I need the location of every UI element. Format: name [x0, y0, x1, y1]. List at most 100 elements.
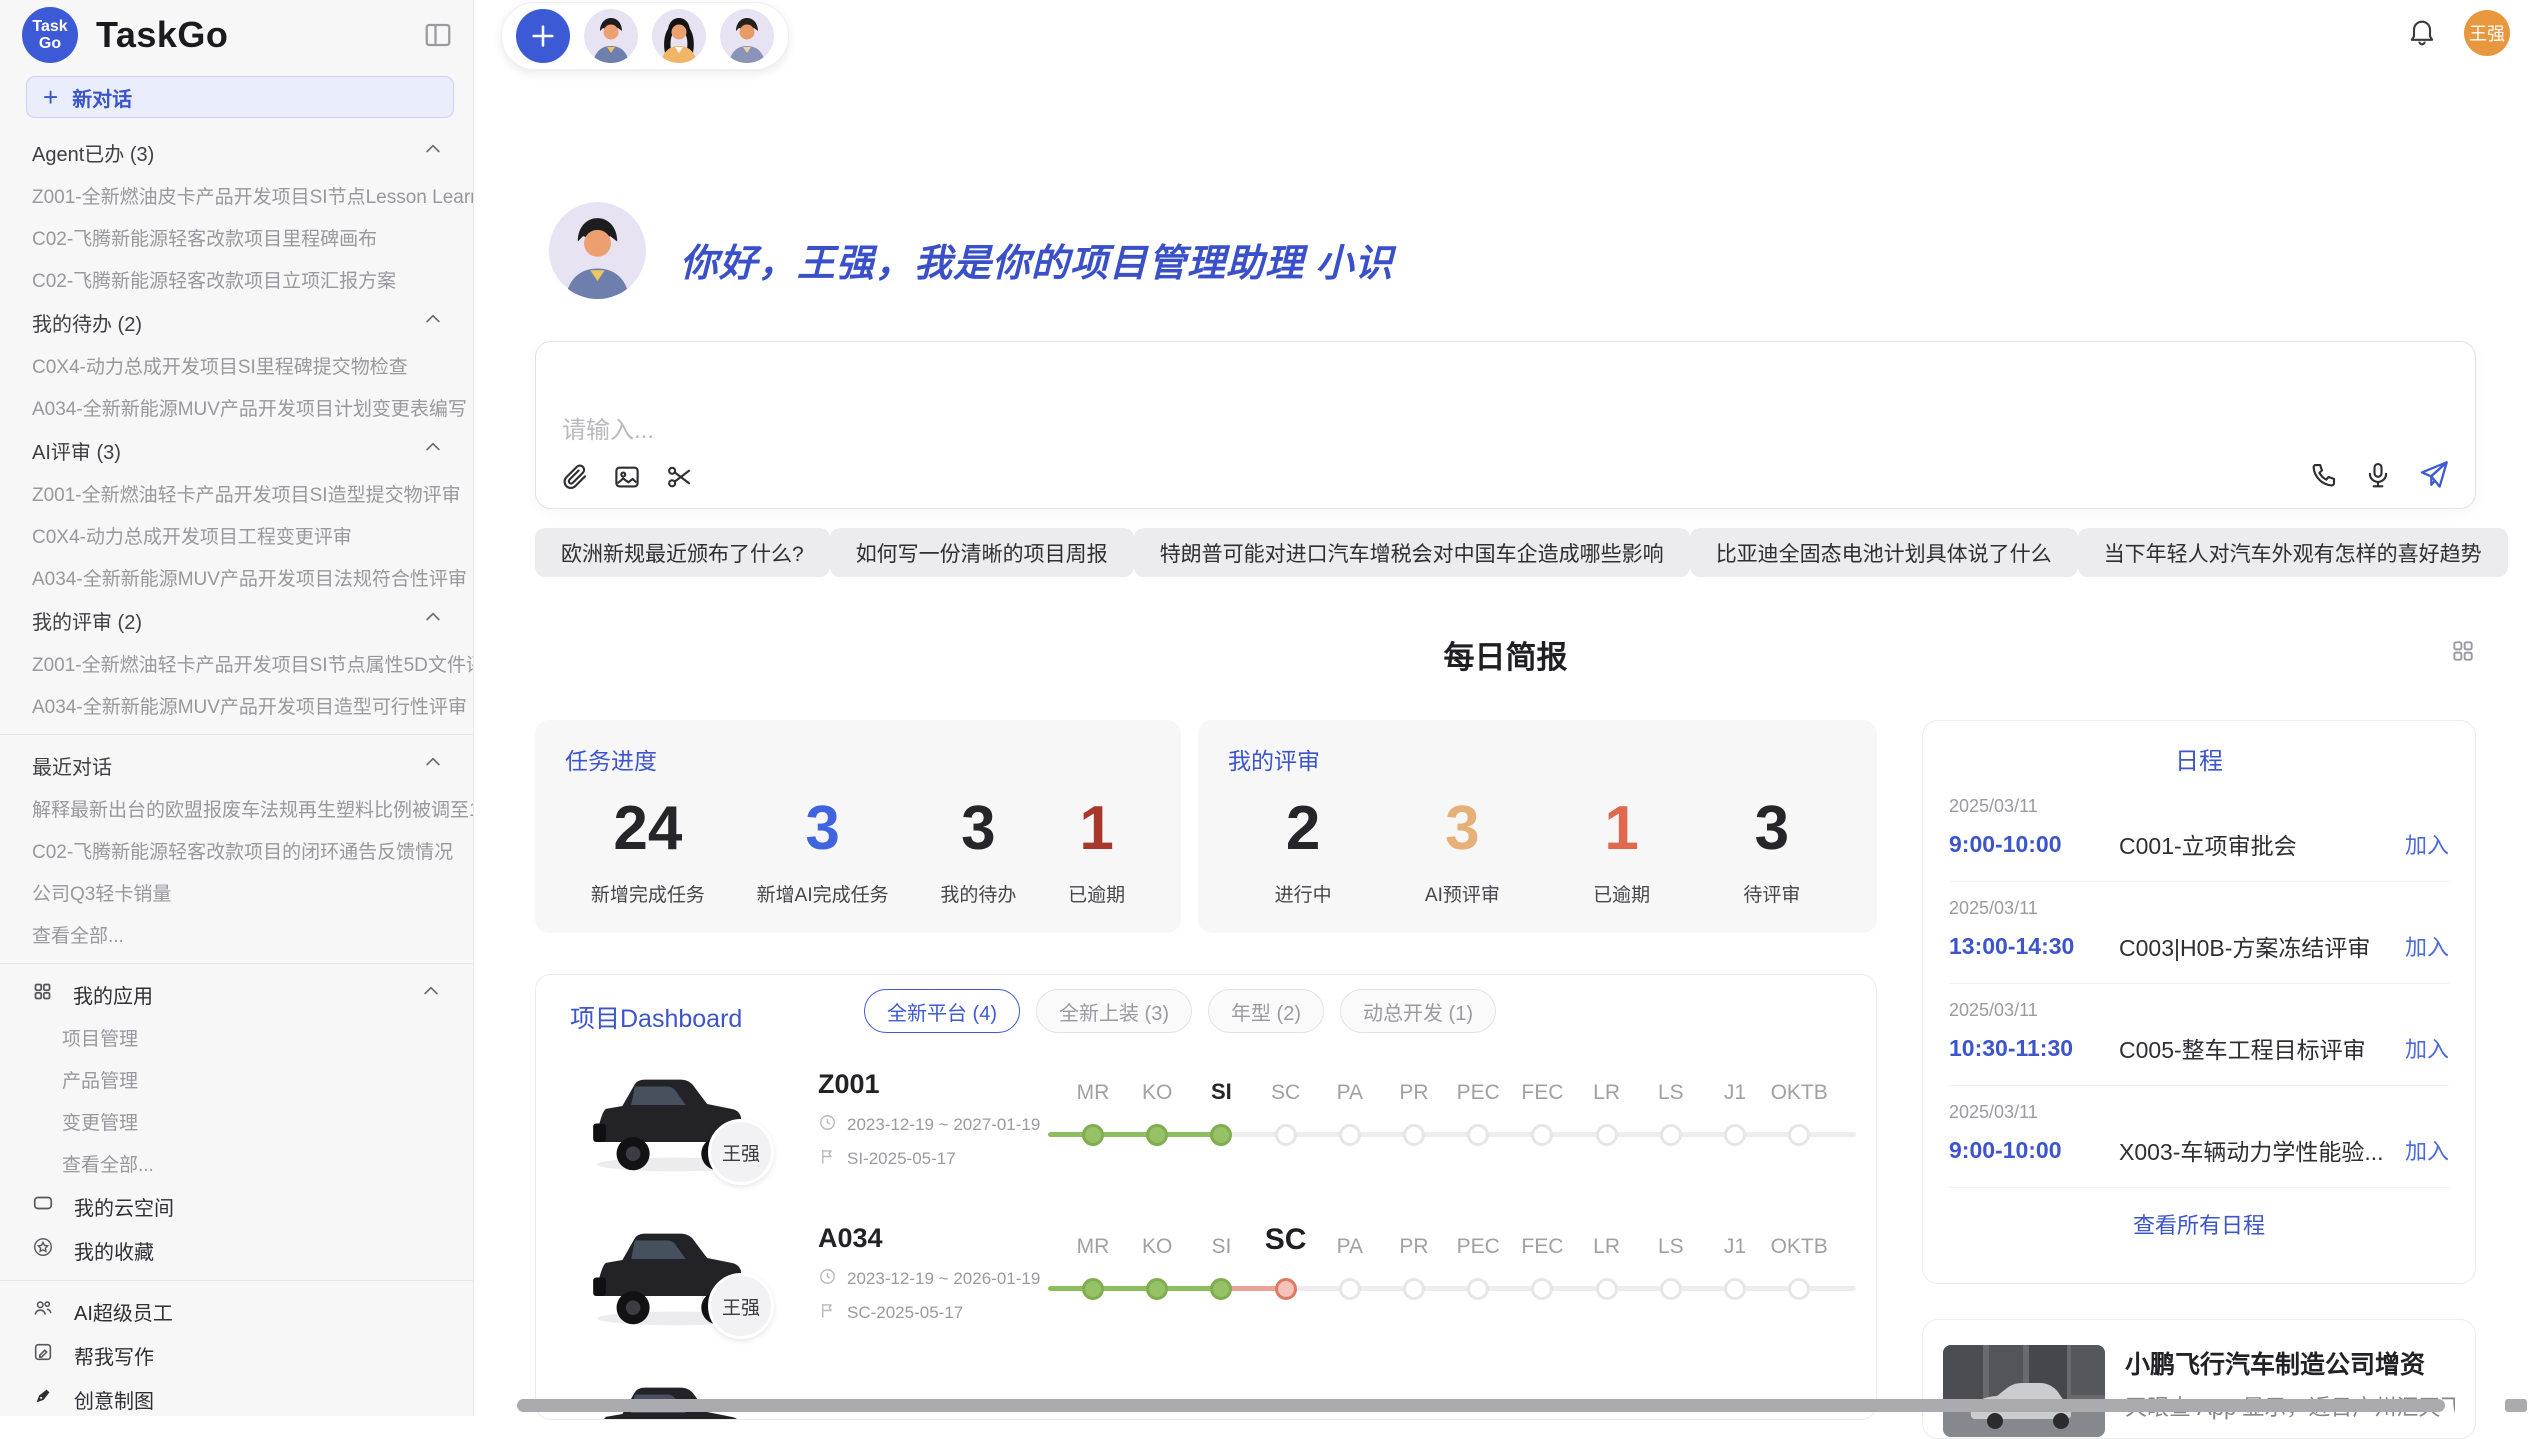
sidebar-section-group-2[interactable]: AI评审 (3) [0, 428, 473, 472]
layout-grid-icon[interactable] [2450, 638, 2476, 669]
dashboard-tab[interactable]: 全新平台 (4) [864, 989, 1020, 1033]
schedule-event: 2025/03/11 13:00-14:30 C003|H0B-方案冻结评审 加… [1949, 882, 2449, 984]
join-meeting-link[interactable]: 加入 [2405, 930, 2449, 962]
sidebar-item-my-apps[interactable]: 我的应用 [0, 972, 473, 1016]
chevron-up-icon [423, 607, 443, 633]
event-name: C005-整车工程目标评审 [2119, 1031, 2405, 1065]
write-icon [32, 1341, 54, 1369]
sidebar-item[interactable]: C0X4-动力总成开发项目工程变更评审 [0, 514, 473, 556]
dashboard-tab[interactable]: 动总开发 (1) [1340, 989, 1496, 1033]
project-row-partial[interactable] [536, 1369, 1876, 1420]
chevron-up-icon [423, 437, 443, 463]
sidebar-item[interactable]: 解释最新出台的欧盟报废车法规再生塑料比例被调至15%... [0, 787, 473, 829]
join-meeting-link[interactable]: 加入 [2405, 1032, 2449, 1064]
sidebar-item[interactable]: Z001-全新燃油皮卡产品开发项目SI节点Lesson Learn报告 [0, 174, 473, 216]
sidebar-item-people[interactable]: AI超级员工 [0, 1289, 473, 1333]
sidebar-item[interactable]: 公司Q3轻卡销量 [0, 871, 473, 913]
project-dates: 2023-12-19 ~ 2026-01-19 [818, 1267, 1040, 1291]
suggestion-chip[interactable]: 特朗普可能对进口汽车增税会对中国车企造成哪些影响 [1134, 528, 1690, 577]
suggestion-chip[interactable]: 当下年轻人对汽车外观有怎样的喜好趋势 [2078, 528, 2508, 577]
sidebar-item[interactable]: 查看全部... [0, 913, 473, 955]
phone-icon[interactable] [2309, 460, 2339, 490]
notification-bell-icon[interactable] [2406, 15, 2438, 52]
sidebar-item[interactable]: C0X4-动力总成开发项目SI里程碑提交物检查 [0, 344, 473, 386]
sidebar-section-group-3[interactable]: 我的评审 (2) [0, 598, 473, 642]
stat: 3 待评审 [1743, 794, 1800, 907]
sidebar-nav: Agent已办 (3) Z001-全新燃油皮卡产品开发项目SI节点Lesson … [0, 130, 473, 1416]
stat: 3 AI预评审 [1425, 794, 1500, 907]
sidebar-item[interactable]: 查看全部... [0, 1142, 473, 1184]
event-name: C001-立项审批会 [2119, 827, 2405, 861]
suggestion-chips: 欧洲新规最近颁布了什么?如何写一份清晰的项目周报特朗普可能对进口汽车增税会对中国… [535, 528, 2476, 577]
sidebar-item[interactable]: C02-飞腾新能源轻客改款项目里程碑画布 [0, 216, 473, 258]
attach-icon[interactable] [560, 462, 590, 492]
suggestion-chip[interactable]: 如何写一份清晰的项目周报 [830, 528, 1134, 577]
project-row[interactable]: 王强 Z001 2023-12-19 ~ 2027-01-19 SI-2025-… [536, 1061, 1876, 1211]
dashboard-filter-tabs: 全新平台 (4) 全新上装 (3) 年型 (2) 动总开发 (1) [864, 989, 1496, 1033]
sidebar-item[interactable]: C02-飞腾新能源轻客改款项目的闭环通告反馈情况 [0, 829, 473, 871]
milestone-dot [1082, 1278, 1104, 1300]
schedule-panel: 日程 2025/03/11 9:00-10:00 C001-立项审批会 加入 2… [1922, 720, 2476, 1284]
flag-icon [818, 1147, 837, 1171]
collapse-sidebar-icon[interactable] [423, 20, 453, 55]
event-time: 10:30-11:30 [1949, 1035, 2119, 1062]
scrollbar-corner[interactable] [2505, 1399, 2527, 1412]
sidebar-item-star[interactable]: 我的收藏 [0, 1228, 473, 1272]
sidebar-item[interactable]: 产品管理 [0, 1058, 473, 1100]
chat-input[interactable]: 请输入... [535, 341, 2476, 509]
project-row[interactable]: 王强 A034 2023-12-19 ~ 2026-01-19 SC-2025-… [536, 1215, 1876, 1365]
suggestion-chip[interactable]: 欧洲新规最近颁布了什么? [535, 528, 830, 577]
sidebar-item-pen[interactable]: 创意制图 [0, 1377, 473, 1416]
stat: 2 进行中 [1275, 794, 1332, 907]
agent-avatar-1[interactable] [584, 9, 638, 63]
stat: 1 已逾期 [1593, 794, 1650, 907]
new-chat-button[interactable]: + 新对话 [26, 76, 454, 118]
agent-avatar-3[interactable] [720, 9, 774, 63]
sidebar-item[interactable]: Z001-全新燃油轻卡产品开发项目SI节点属性5D文件评审 [0, 642, 473, 684]
agent-avatar-2[interactable] [652, 9, 706, 63]
event-date: 2025/03/11 [1949, 1000, 2449, 1021]
user-avatar[interactable]: 王强 [2464, 10, 2510, 56]
sidebar-item[interactable]: 项目管理 [0, 1016, 473, 1058]
join-meeting-link[interactable]: 加入 [2405, 1134, 2449, 1166]
milestone-label: OKTB [1771, 1081, 1828, 1105]
milestone-dot [1146, 1278, 1168, 1300]
join-meeting-link[interactable]: 加入 [2405, 828, 2449, 860]
sidebar-item[interactable]: A034-全新新能源MUV产品开发项目法规符合性评审 [0, 556, 473, 598]
milestone-dot [1788, 1124, 1810, 1146]
app-logo-icon: TaskGo [22, 7, 78, 63]
sidebar-item[interactable]: C02-飞腾新能源轻客改款项目立项汇报方案 [0, 258, 473, 300]
stat-label: 已逾期 [1593, 880, 1650, 907]
divider [0, 963, 473, 964]
dashboard-tab[interactable]: 全新上装 (3) [1036, 989, 1192, 1033]
horizontal-scrollbar[interactable] [517, 1399, 2445, 1412]
mic-icon[interactable] [2363, 460, 2393, 490]
sidebar-item[interactable]: Z001-全新燃油轻卡产品开发项目SI造型提交物评审 [0, 472, 473, 514]
milestone-dot [1339, 1278, 1361, 1300]
stat: 3 我的待办 [940, 794, 1016, 907]
news-card[interactable]: 小鹏飞行汽车制造公司增资 天眼查 App 显示，近日广州汇天飞行汽 [1922, 1319, 2476, 1439]
milestone-dot [1531, 1278, 1553, 1300]
sidebar-section-recent[interactable]: 最近对话 [0, 743, 473, 787]
send-icon[interactable] [2417, 458, 2451, 492]
sidebar-section-group-0[interactable]: Agent已办 (3) [0, 130, 473, 174]
news-image [1943, 1345, 2105, 1437]
image-icon[interactable] [612, 462, 642, 492]
milestone-label: KO [1142, 1235, 1172, 1259]
add-session-button[interactable] [516, 9, 570, 63]
sidebar-item[interactable]: 变更管理 [0, 1100, 473, 1142]
schedule-event: 2025/03/11 9:00-10:00 X003-车辆动力学性能验... 加… [1949, 1086, 2449, 1188]
milestone-label: KO [1142, 1081, 1172, 1105]
view-all-schedule-link[interactable]: 查看所有日程 [1949, 1188, 2449, 1260]
sidebar-item[interactable]: A034-全新新能源MUV产品开发项目计划变更表编写 [0, 386, 473, 428]
sidebar-item-cloud-space[interactable]: 我的云空间 [0, 1184, 473, 1228]
sidebar-item[interactable]: A034-全新新能源MUV产品开发项目造型可行性评审 [0, 684, 473, 726]
suggestion-chip[interactable]: 比亚迪全固态电池计划具体说了什么 [1690, 528, 2078, 577]
scissors-icon[interactable] [664, 462, 694, 492]
dashboard-tab[interactable]: 年型 (2) [1208, 989, 1324, 1033]
sidebar-section-group-1[interactable]: 我的待办 (2) [0, 300, 473, 344]
project-dates: 2023-12-19 ~ 2027-01-19 [818, 1113, 1040, 1137]
sidebar-item-write[interactable]: 帮我写作 [0, 1333, 473, 1377]
milestone-dot [1724, 1124, 1746, 1146]
stat-value: 3 [1743, 794, 1800, 864]
